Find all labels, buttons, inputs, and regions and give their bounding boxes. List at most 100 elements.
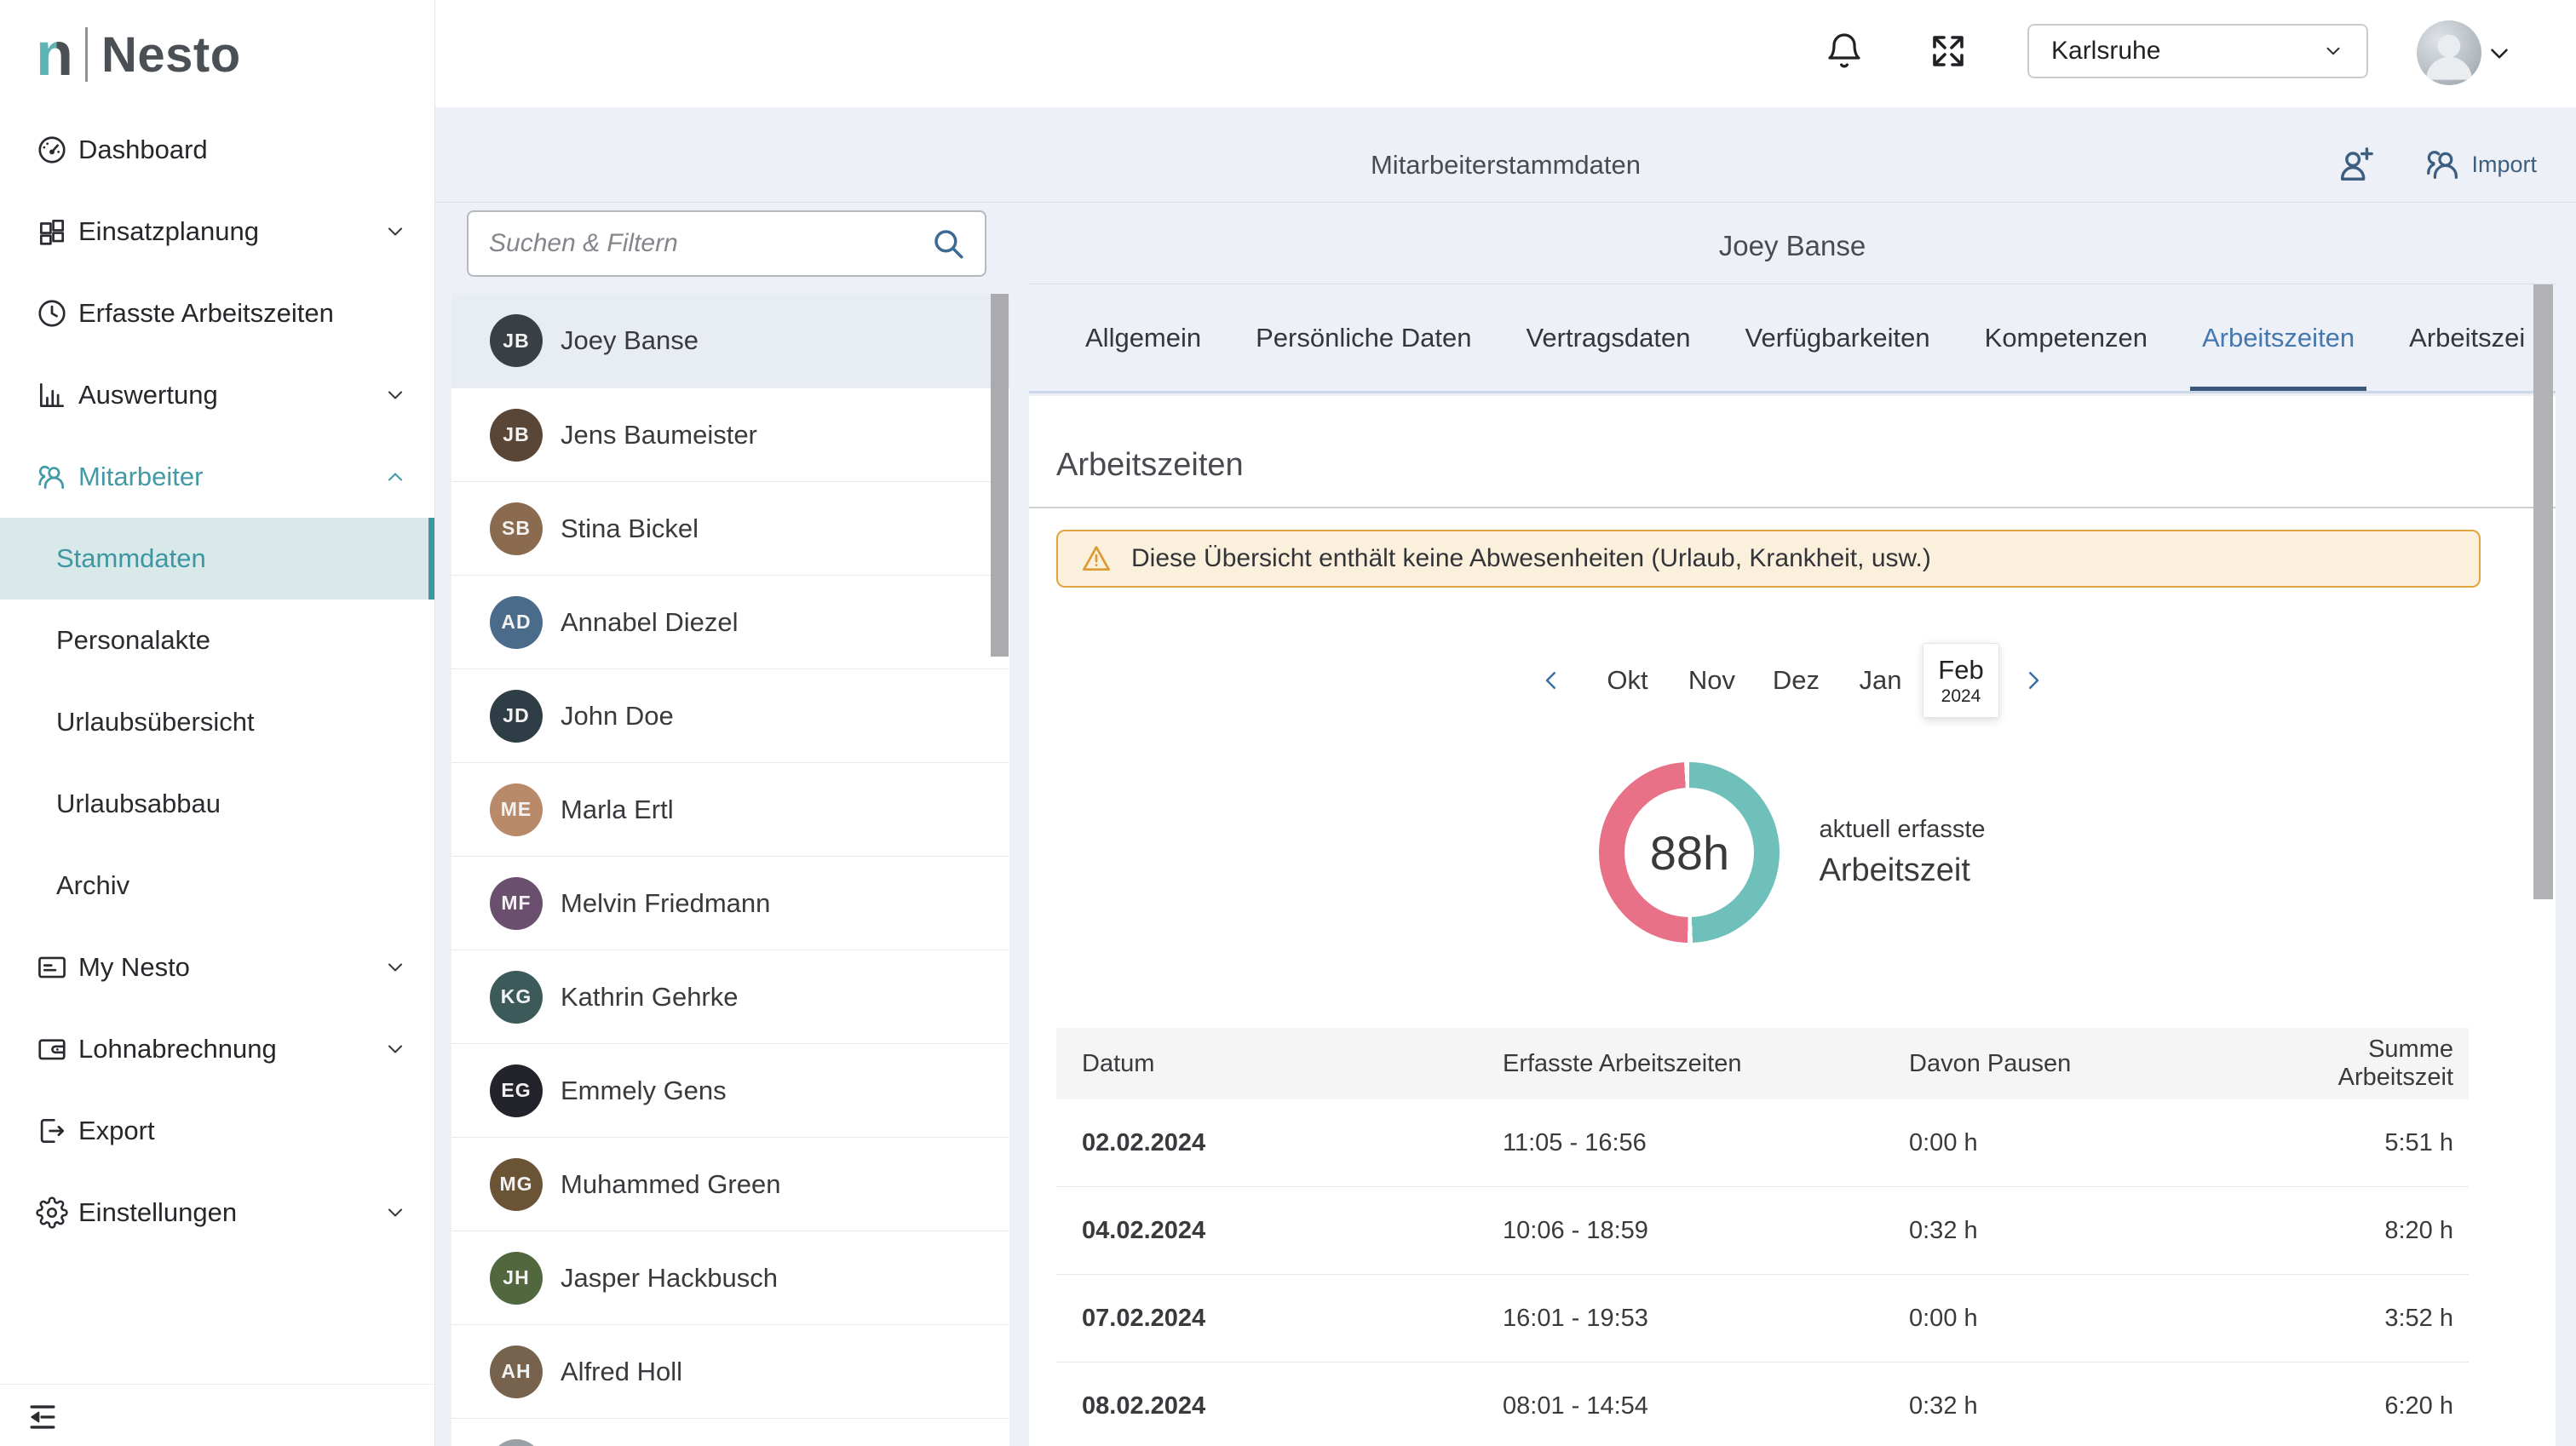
sidebar-subitem-archiv[interactable]: Archiv — [0, 845, 434, 927]
chart-icon — [36, 379, 68, 411]
tab-kompetenzen[interactable]: Kompetenzen — [1985, 323, 2148, 391]
employee-list-item[interactable]: SB Stina Bickel — [451, 481, 1009, 575]
avatar: SB — [490, 502, 543, 555]
donut-caption: aktuell erfasste Arbeitszeit — [1819, 816, 1985, 889]
month-nov[interactable]: Nov — [1670, 641, 1754, 720]
logo-n-mark: n — [36, 24, 85, 85]
cell-datum: 04.02.2024 — [1056, 1217, 1477, 1245]
search-input[interactable] — [487, 228, 930, 259]
month-dez[interactable]: Dez — [1754, 641, 1838, 720]
chevron-down-icon[interactable] — [383, 955, 407, 979]
sidebar-item-lohnabrechnung[interactable]: Lohnabrechnung — [0, 1008, 434, 1090]
wallet-icon — [36, 1033, 68, 1065]
search-icon[interactable] — [930, 226, 966, 261]
sidebar-subitem-urlaubsuebersicht[interactable]: Urlaubsübersicht — [0, 681, 434, 763]
sidebar-item-einsatzplanung[interactable]: Einsatzplanung — [0, 191, 434, 273]
employee-name: Jasper Hackbusch — [561, 1263, 778, 1294]
detail-body: Arbeitszeiten Diese Übersicht enthält ke… — [1029, 396, 2556, 1446]
employee-name: Jens Baumeister — [561, 420, 757, 450]
avatar: JB — [490, 409, 543, 462]
chevron-down-icon — [2322, 40, 2344, 62]
month-feb[interactable]: Feb2024 — [1923, 643, 1999, 718]
bell-icon[interactable] — [1824, 31, 1865, 72]
tab-allgemein[interactable]: Allgemein — [1085, 323, 1201, 391]
chevron-up-icon[interactable] — [383, 465, 407, 489]
column-header-datum: Datum — [1056, 1050, 1477, 1078]
tab-verfuegbarkeiten[interactable]: Verfügbarkeiten — [1745, 323, 1929, 391]
donut-center-value: 88h — [1650, 825, 1729, 881]
logo-text: Nesto — [101, 26, 241, 83]
employee-list-item[interactable]: JB Jens Baumeister — [451, 387, 1009, 481]
employee-list-item[interactable]: MF Melvin Friedmann — [451, 856, 1009, 950]
tab-arbeitszeiten[interactable]: Arbeitszeiten — [2202, 323, 2355, 391]
nesto-logo[interactable]: n Nesto — [36, 22, 241, 87]
selected-month-label: Feb — [1938, 655, 1983, 686]
month-okt[interactable]: Okt — [1585, 641, 1670, 720]
cell-summe: 6:20 h — [2309, 1392, 2469, 1420]
sidebar-item-mitarbeiter[interactable]: Mitarbeiter — [0, 436, 434, 518]
column-header-summe-arbeitszeit: Summe Arbeitszeit — [2309, 1036, 2469, 1092]
cell-datum: 08.02.2024 — [1056, 1392, 1477, 1420]
next-month-icon[interactable] — [2015, 641, 2052, 720]
month-jan[interactable]: Jan — [1838, 641, 1923, 720]
employee-list-item[interactable]: AH Alfred Holl — [451, 1324, 1009, 1418]
employee-list-item[interactable]: JB Joey Banse — [451, 294, 1009, 387]
sidebar-item-erfasste-arbeitszeiten[interactable]: Erfasste Arbeitszeiten — [0, 273, 434, 354]
sidebar: n Nesto Dashboard Einsatzplanung Erfasst… — [0, 0, 435, 1446]
collapse-sidebar-icon[interactable] — [24, 1398, 61, 1436]
previous-month-icon[interactable] — [1532, 641, 1570, 720]
sidebar-footer-divider — [0, 1384, 434, 1385]
chevron-down-icon[interactable] — [383, 220, 407, 244]
logo-divider — [85, 27, 88, 82]
sidebar-item-export[interactable]: Export — [0, 1090, 434, 1172]
chevron-down-icon[interactable] — [383, 1037, 407, 1061]
tab-persoenliche-daten[interactable]: Persönliche Daten — [1256, 323, 1471, 391]
sidebar-item-dashboard[interactable]: Dashboard — [0, 109, 434, 191]
avatar — [490, 1439, 543, 1446]
avatar: ME — [490, 783, 543, 836]
detail-scrollbar[interactable] — [2533, 284, 2553, 899]
app-root: n Nesto Dashboard Einsatzplanung Erfasst… — [0, 0, 2576, 1446]
tab-arbeitszei[interactable]: Arbeitszei — [2409, 323, 2525, 391]
sidebar-item-einstellungen[interactable]: Einstellungen — [0, 1172, 434, 1254]
sidebar-item-my-nesto[interactable]: My Nesto — [0, 927, 434, 1008]
chevron-down-icon[interactable] — [383, 383, 407, 407]
employee-list-item[interactable]: KG Kathrin Gehrke — [451, 950, 1009, 1043]
sidebar-subitem-urlaubsabbau[interactable]: Urlaubsabbau — [0, 763, 434, 845]
selected-month-year: 2024 — [1941, 686, 1981, 707]
sidebar-subitem-stammdaten[interactable]: Stammdaten — [0, 518, 434, 600]
avatar: EG — [490, 1064, 543, 1117]
fullscreen-icon[interactable] — [1928, 31, 1969, 72]
user-avatar[interactable] — [2417, 20, 2481, 85]
sidebar-subitem-personalakte[interactable]: Personalakte — [0, 600, 434, 681]
warning-triangle-icon — [1080, 542, 1113, 575]
cell-pausen: 0:00 h — [1883, 1305, 2309, 1333]
section-title: Arbeitszeiten — [1056, 447, 1244, 484]
worktime-table-row: 04.02.2024 10:06 - 18:59 0:32 h 8:20 h — [1056, 1187, 2469, 1275]
sidebar-item-auswertung[interactable]: Auswertung — [0, 354, 434, 436]
worktime-table-row: 08.02.2024 08:01 - 14:54 0:32 h 6:20 h — [1056, 1363, 2469, 1446]
main-area: Mitarbeiterstammdaten Import JB Joey Ban… — [435, 107, 2576, 1446]
tab-vertragsdaten[interactable]: Vertragsdaten — [1526, 323, 1690, 391]
employee-list-item[interactable]: AD Annabel Diezel — [451, 575, 1009, 668]
employee-name: Joey Banse — [561, 325, 699, 356]
user-menu-chevron-icon[interactable] — [2485, 39, 2514, 68]
worktime-table: DatumErfasste ArbeitszeitenDavon PausenS… — [1056, 1028, 2469, 1446]
warning-banner: Diese Übersicht enthält keine Abwesenhei… — [1056, 530, 2481, 588]
chevron-down-icon[interactable] — [383, 1201, 407, 1225]
employee-list-item[interactable]: JD John Doe — [451, 668, 1009, 762]
avatar: KG — [490, 971, 543, 1024]
location-select[interactable]: Karlsruhe — [2027, 24, 2368, 78]
employee-list-scrollbar[interactable] — [991, 294, 1009, 657]
employee-list-item[interactable]: EG Emmely Gens — [451, 1043, 1009, 1137]
worktime-table-header: DatumErfasste ArbeitszeitenDavon PausenS… — [1056, 1028, 2469, 1099]
employee-list-item[interactable]: MG Muhammed Green — [451, 1137, 1009, 1231]
cell-pausen: 0:00 h — [1883, 1129, 2309, 1157]
avatar: AH — [490, 1346, 543, 1398]
employee-list-item[interactable] — [451, 1418, 1009, 1446]
search-filter-box — [467, 210, 986, 277]
employee-name: Muhammed Green — [561, 1169, 780, 1200]
employee-list-item[interactable]: ME Marla Ertl — [451, 762, 1009, 856]
employee-list-item[interactable]: JH Jasper Hackbusch — [451, 1231, 1009, 1324]
column-header-erfasste-arbeitszeiten: Erfasste Arbeitszeiten — [1477, 1050, 1883, 1078]
